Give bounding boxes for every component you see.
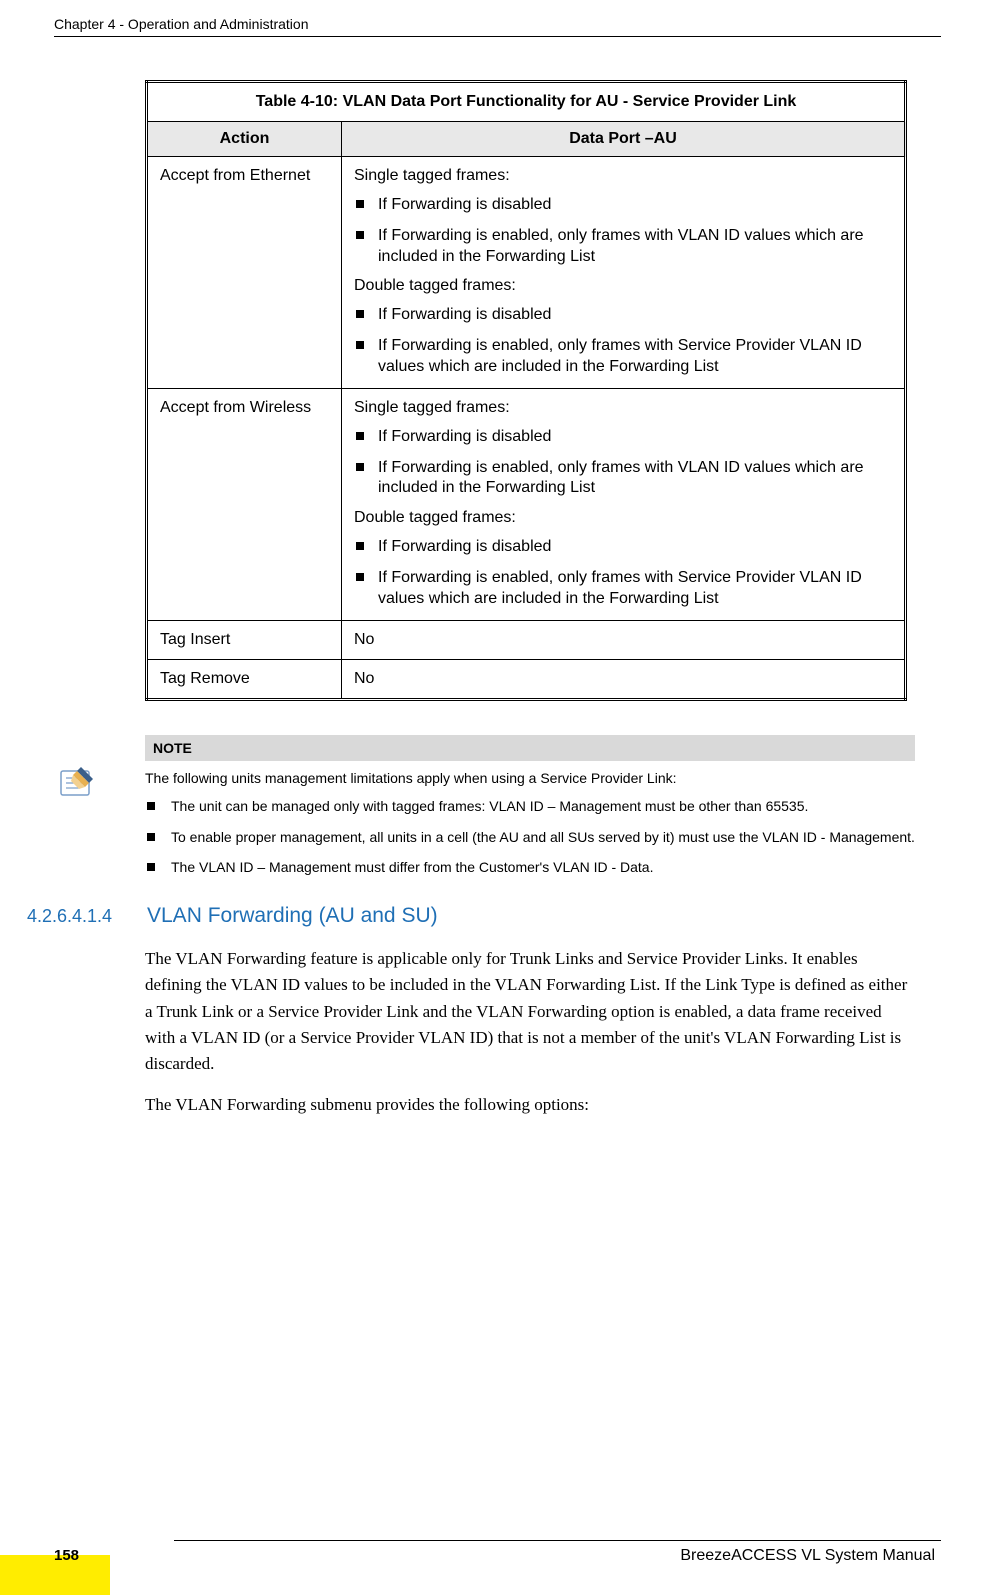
footer-row: 158 BreezeACCESS VL System Manual xyxy=(54,1547,941,1565)
list-item: The VLAN ID – Management must differ fro… xyxy=(145,858,915,876)
section-number: 4.2.6.4.1.4 xyxy=(27,906,147,927)
data-cell: No xyxy=(342,659,906,699)
table-row: Tag Insert No xyxy=(147,620,906,659)
list-item: If Forwarding is disabled xyxy=(354,195,892,216)
list-item: If Forwarding is disabled xyxy=(354,305,892,326)
section-heading: 4.2.6.4.1.4 VLAN Forwarding (AU and SU) xyxy=(145,904,915,928)
list-item: The unit can be managed only with tagged… xyxy=(145,797,915,815)
data-cell: Single tagged frames: If Forwarding is d… xyxy=(342,157,906,389)
list-item: To enable proper management, all units i… xyxy=(145,828,915,846)
bullet-list: If Forwarding is disabled If Forwarding … xyxy=(354,427,892,499)
list-item: If Forwarding is disabled xyxy=(354,537,892,558)
list-item: If Forwarding is enabled, only frames wi… xyxy=(354,336,892,378)
bullet-list: If Forwarding is disabled If Forwarding … xyxy=(354,195,892,267)
table-title: Table 4-10: VLAN Data Port Functionality… xyxy=(147,82,906,122)
section-body: The VLAN Forwarding feature is applicabl… xyxy=(145,946,915,1118)
bullet-list: If Forwarding is disabled If Forwarding … xyxy=(354,305,892,377)
note-pencil-icon xyxy=(59,765,95,801)
vlan-table: Table 4-10: VLAN Data Port Functionality… xyxy=(145,80,907,701)
list-item: If Forwarding is enabled, only frames wi… xyxy=(354,568,892,610)
col-dataport-header: Data Port –AU xyxy=(342,122,906,157)
page-header: Chapter 4 - Operation and Administration xyxy=(54,16,941,37)
list-item: If Forwarding is enabled, only frames wi… xyxy=(354,458,892,500)
page-content: Table 4-10: VLAN Data Port Functionality… xyxy=(145,80,915,1132)
cell-lead: Double tagged frames: xyxy=(354,277,892,295)
page-number-box: 158 xyxy=(54,1547,79,1565)
table-header-row: Action Data Port –AU xyxy=(147,122,906,157)
cell-lead: Single tagged frames: xyxy=(354,167,892,185)
bullet-list: If Forwarding is disabled If Forwarding … xyxy=(354,537,892,609)
table-row: Accept from Ethernet Single tagged frame… xyxy=(147,157,906,389)
action-cell: Tag Remove xyxy=(147,659,342,699)
footer-rule xyxy=(174,1540,941,1541)
data-cell: Single tagged frames: If Forwarding is d… xyxy=(342,388,906,620)
table-row: Tag Remove No xyxy=(147,659,906,699)
note-list: The unit can be managed only with tagged… xyxy=(145,797,915,876)
manual-title: BreezeACCESS VL System Manual xyxy=(680,1547,935,1565)
note-block: NOTE The following units management limi… xyxy=(145,735,915,876)
action-cell: Tag Insert xyxy=(147,620,342,659)
page-footer: 158 BreezeACCESS VL System Manual xyxy=(54,1540,941,1565)
action-cell: Accept from Wireless xyxy=(147,388,342,620)
note-body: The following units management limitatio… xyxy=(145,769,915,876)
body-paragraph: The VLAN Forwarding feature is applicabl… xyxy=(145,946,915,1078)
list-item: If Forwarding is enabled, only frames wi… xyxy=(354,226,892,268)
cell-lead: Single tagged frames: xyxy=(354,399,892,417)
data-cell: No xyxy=(342,620,906,659)
section-title: VLAN Forwarding (AU and SU) xyxy=(147,904,438,928)
note-label: NOTE xyxy=(145,735,915,761)
cell-lead: Double tagged frames: xyxy=(354,509,892,527)
col-action-header: Action xyxy=(147,122,342,157)
list-item: If Forwarding is disabled xyxy=(354,427,892,448)
table-title-row: Table 4-10: VLAN Data Port Functionality… xyxy=(147,82,906,122)
action-cell: Accept from Ethernet xyxy=(147,157,342,389)
body-paragraph: The VLAN Forwarding submenu provides the… xyxy=(145,1092,915,1118)
chapter-title: Chapter 4 - Operation and Administration xyxy=(54,16,308,32)
table-row: Accept from Wireless Single tagged frame… xyxy=(147,388,906,620)
page-number: 158 xyxy=(54,1547,79,1564)
note-intro: The following units management limitatio… xyxy=(145,769,915,788)
